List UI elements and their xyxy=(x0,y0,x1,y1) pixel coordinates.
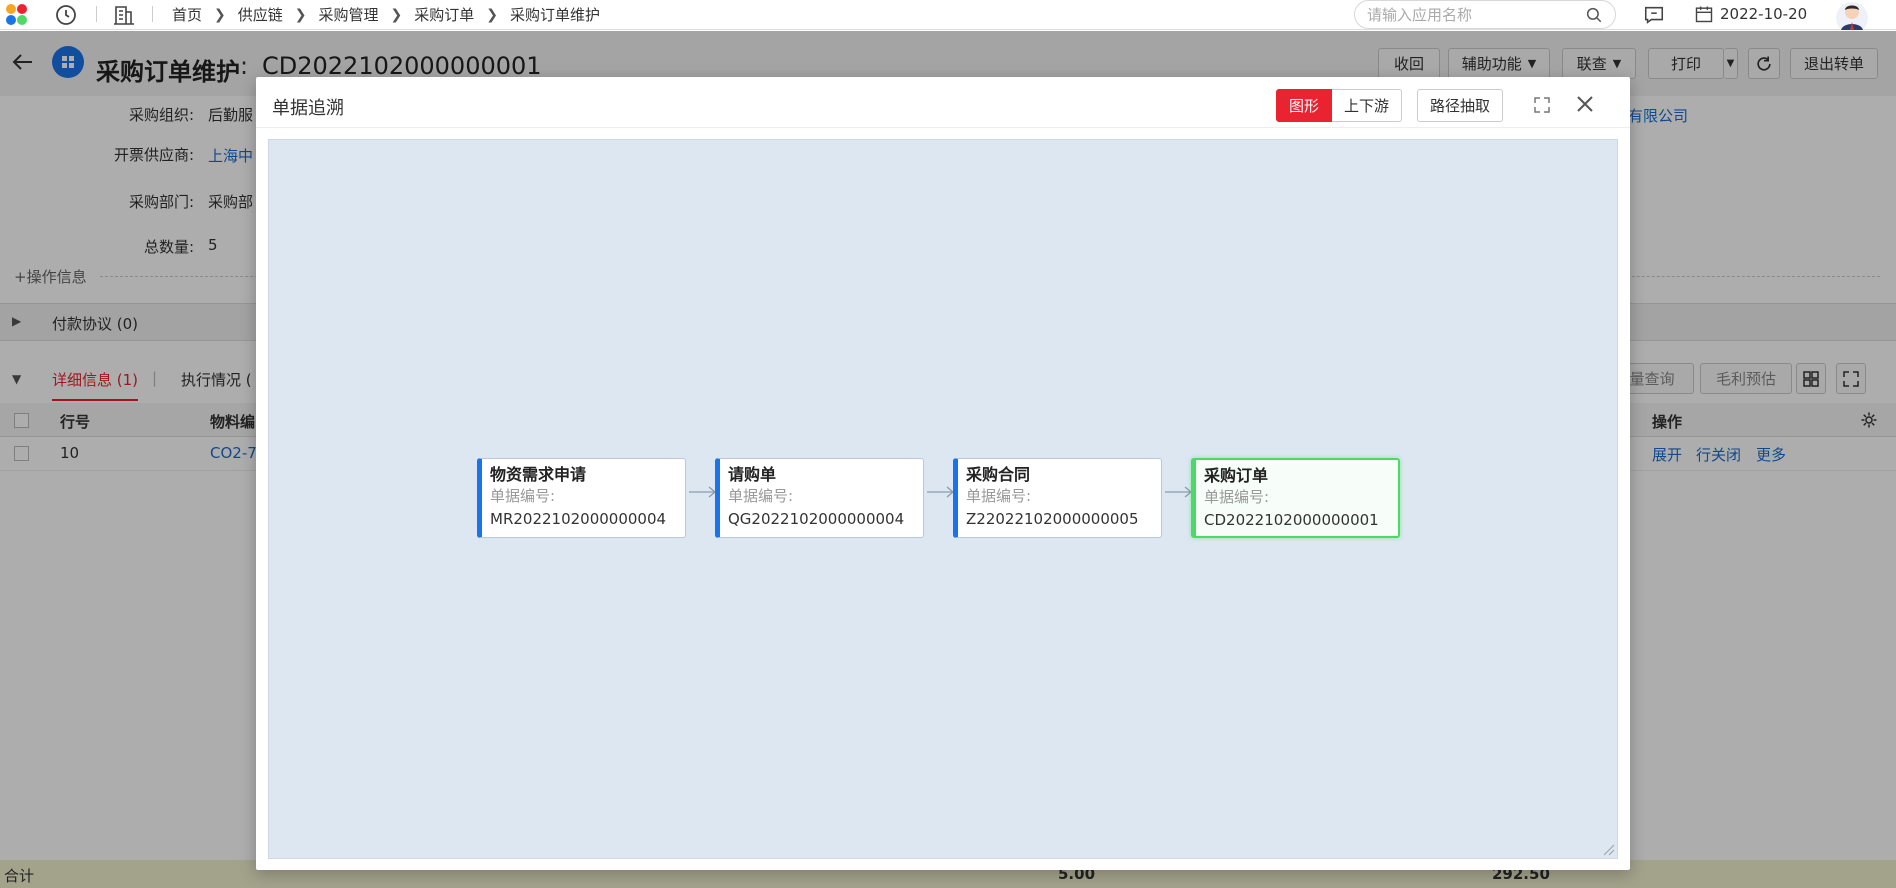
node-title: 物资需求申请 xyxy=(490,465,587,484)
breadcrumb-purchase-mgmt[interactable]: 采购管理 xyxy=(319,4,379,25)
trace-node-contract[interactable]: 采购合同 单据编号: Z22022102000000005 xyxy=(953,458,1162,538)
node-code: QG2022102000000004 xyxy=(728,510,905,528)
app-search xyxy=(1354,0,1616,29)
path-extract-button[interactable]: 路径抽取 xyxy=(1417,89,1504,122)
chevron-right-icon: ❯ xyxy=(214,6,226,23)
divider xyxy=(96,6,97,22)
view-switch: 图形 上下游 xyxy=(1276,89,1403,122)
node-title: 请购单 xyxy=(728,465,777,484)
calendar-icon xyxy=(1695,6,1713,23)
breadcrumb-home[interactable]: 首页 xyxy=(172,4,202,25)
divider xyxy=(256,127,1630,128)
flow-arrow-icon xyxy=(689,486,717,498)
message-icon[interactable] xyxy=(1643,4,1665,26)
app-logo-icon[interactable] xyxy=(4,2,30,28)
resize-handle-icon[interactable] xyxy=(1601,842,1615,856)
trace-node-material-request[interactable]: 物资需求申请 单据编号: MR2022102000000004 xyxy=(477,458,686,538)
date-display[interactable]: 2022-10-20 xyxy=(1694,4,1807,24)
flow-arrow-icon xyxy=(1165,486,1193,498)
breadcrumb-purchase-order[interactable]: 采购订单 xyxy=(414,4,474,25)
node-label: 单据编号: xyxy=(490,487,556,505)
breadcrumb: 首页 ❯ 供应链 ❯ 采购管理 ❯ 采购订单 ❯ 采购订单维护 xyxy=(172,4,612,25)
divider xyxy=(152,6,153,22)
history-icon[interactable] xyxy=(54,3,78,27)
search-icon[interactable] xyxy=(1585,6,1603,24)
flow-arrow-icon xyxy=(927,486,955,498)
avatar[interactable] xyxy=(1834,0,1870,30)
trace-node-purchase-order[interactable]: 采购订单 单据编号: CD2022102000000001 xyxy=(1191,458,1400,538)
node-title: 采购合同 xyxy=(966,465,1031,484)
close-icon[interactable] xyxy=(1574,93,1596,115)
breadcrumb-current[interactable]: 采购订单维护 xyxy=(510,4,600,25)
node-code: MR2022102000000004 xyxy=(490,510,667,528)
view-updown-button[interactable]: 上下游 xyxy=(1332,89,1403,122)
view-graph-button[interactable]: 图形 xyxy=(1276,89,1333,122)
chevron-right-icon: ❯ xyxy=(390,6,403,23)
node-label: 单据编号: xyxy=(966,487,1032,505)
breadcrumb-supply-chain[interactable]: 供应链 xyxy=(238,4,283,25)
node-code: Z22022102000000005 xyxy=(966,510,1139,528)
building-icon[interactable] xyxy=(112,3,136,27)
modal-title: 单据追溯 xyxy=(272,98,344,119)
trace-node-requisition[interactable]: 请购单 单据编号: QG2022102000000004 xyxy=(715,458,924,538)
chevron-right-icon: ❯ xyxy=(294,6,307,23)
document-trace-modal: 单据追溯 图形 上下游 路径抽取 物资需求申请 单据编号: MR20221020… xyxy=(256,77,1630,870)
maximize-icon[interactable] xyxy=(1532,95,1552,115)
node-label: 单据编号: xyxy=(728,487,794,505)
chevron-right-icon: ❯ xyxy=(486,6,498,23)
date-text: 2022-10-20 xyxy=(1720,5,1808,23)
top-bar: 首页 ❯ 供应链 ❯ 采购管理 ❯ 采购订单 ❯ 采购订单维护 2022-10-20 xyxy=(0,0,1896,30)
node-code: CD2022102000000001 xyxy=(1204,511,1379,529)
search-input[interactable] xyxy=(1367,5,1567,25)
node-label: 单据编号: xyxy=(1204,488,1270,506)
node-title: 采购订单 xyxy=(1204,466,1269,485)
trace-graph-canvas[interactable]: 物资需求申请 单据编号: MR2022102000000004 请购单 单据编号… xyxy=(268,139,1618,859)
